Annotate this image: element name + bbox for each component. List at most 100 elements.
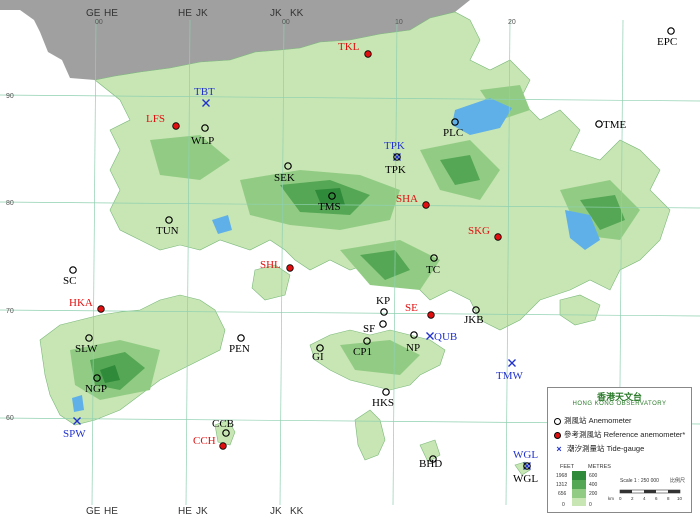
station-label: PLC <box>443 127 463 139</box>
scale-text-zh: 比例尺 <box>670 477 685 484</box>
metres-header: METRES <box>588 464 611 470</box>
station-label: QUB <box>434 331 457 343</box>
station-label: WGL <box>513 473 538 485</box>
station-label: TPK <box>384 140 405 152</box>
reference-marker-icon <box>172 122 180 130</box>
grid-top-label: HE <box>104 8 118 19</box>
station-label: SE <box>405 302 418 314</box>
reference-marker-icon <box>219 442 227 450</box>
station-label: SLW <box>75 343 98 355</box>
grid-left-number: 80 <box>6 200 14 207</box>
reference-marker-icon <box>422 201 430 209</box>
station-label: TME <box>603 119 627 131</box>
station-label: SEK <box>274 172 295 184</box>
grid-bottom-label: HE <box>104 506 118 517</box>
reference-marker-icon <box>286 264 294 272</box>
station-label: CCB <box>212 418 234 430</box>
station-label: TBT <box>194 86 215 98</box>
grid-top-label: KK <box>290 8 304 19</box>
station-label: EPC <box>657 36 677 48</box>
reference-marker-icon <box>364 50 372 58</box>
metre-value: 400 <box>589 482 598 488</box>
feet-value: 656 <box>558 491 567 497</box>
feet-value: 0 <box>562 502 565 508</box>
station-label: WGL <box>513 449 538 461</box>
scale-tick: 6 <box>655 496 658 501</box>
reference-marker-icon <box>97 305 105 313</box>
grid-top-label: JK <box>270 8 282 19</box>
elevation-swatch-high <box>572 480 586 489</box>
scale-tick: 2 <box>631 496 634 501</box>
station-label: TMS <box>318 201 341 213</box>
station-label: TUN <box>156 225 179 237</box>
tide-gauge-symbol-icon: × <box>556 444 562 455</box>
grid-left-number: 70 <box>6 308 14 315</box>
elevation-key: FEET METRES 1968 1312 656 0 600 400 200 … <box>556 464 685 508</box>
grid-bottom-label: HE <box>178 506 192 517</box>
scale-unit: km <box>608 496 614 501</box>
legend: 香港天文台 HONG KONG OBSERVATORY 測風站 Anemomet… <box>547 387 692 513</box>
grid-bottom-label: JK <box>270 506 282 517</box>
station-map: GE HE HE JK JK KK GE HE HE JK JK KK 90 8… <box>0 0 700 520</box>
metre-value: 200 <box>589 491 598 497</box>
scale-tick: 8 <box>667 496 670 501</box>
grid-top-number: 20 <box>508 19 516 26</box>
grid-left-number: 60 <box>6 415 14 422</box>
station-label: CCH <box>193 435 216 447</box>
station-label: TPK <box>385 164 406 176</box>
grid-bottom-label: GE <box>86 506 101 517</box>
grid-top-number: 10 <box>395 19 403 26</box>
legend-tide-label: 潮汐測量站 Tide-gauge <box>567 444 645 453</box>
station-label: JKB <box>464 314 484 326</box>
station-label: SC <box>63 275 76 287</box>
legend-row-anemometer: 測風站 Anemometer <box>554 415 632 426</box>
grid-left-number: 90 <box>6 93 14 100</box>
grid-top-number: 00 <box>282 19 290 26</box>
reference-marker-icon <box>427 311 435 319</box>
grid-top-number: 00 <box>95 19 103 26</box>
scale-tick: 0 <box>619 496 622 501</box>
station-label: SHA <box>396 193 418 205</box>
station-label: NP <box>406 342 420 354</box>
anemometer-symbol-icon <box>554 417 561 425</box>
station-label: CP1 <box>353 346 372 358</box>
reference-symbol-icon <box>554 431 561 439</box>
legend-row-tide: × 潮汐測量站 Tide-gauge <box>554 443 644 454</box>
station-label: BHD <box>419 458 442 470</box>
station-label: PEN <box>229 343 250 355</box>
feet-header: FEET <box>560 464 575 470</box>
station-label: GI <box>312 351 324 363</box>
grid-top-label: JK <box>196 8 208 19</box>
station-label: WLP <box>191 135 214 147</box>
legend-row-reference: 參考測風站 Reference anemometer* <box>554 429 685 440</box>
scale-bar-segment <box>620 490 632 493</box>
scale-text: Scale 1 : 250 000 <box>620 478 659 484</box>
station-bhd-anemometer: BHD <box>419 455 442 470</box>
feet-value: 1312 <box>556 482 567 488</box>
grid-top-label: HE <box>178 8 192 19</box>
station-label: HKA <box>69 297 93 309</box>
elevation-swatch-peak <box>572 471 586 480</box>
scale-tick: 10 <box>677 496 683 501</box>
station-label: SPW <box>63 428 86 440</box>
metre-value: 0 <box>589 502 592 508</box>
station-label: LFS <box>146 113 165 125</box>
grid-bottom-label: JK <box>196 506 208 517</box>
station-label: TC <box>426 264 440 276</box>
feet-value: 1968 <box>556 473 567 479</box>
station-label: KP <box>376 295 390 307</box>
station-label: SHL <box>260 259 281 271</box>
metre-value: 600 <box>589 473 598 479</box>
station-label: NGP <box>85 383 107 395</box>
station-label: SF <box>363 323 375 335</box>
station-label: TKL <box>338 41 360 53</box>
station-label: SKG <box>468 225 490 237</box>
reference-marker-icon <box>494 233 502 241</box>
scale-bar-segment <box>668 490 680 493</box>
elevation-swatch-mid <box>572 489 586 498</box>
station-label: HKS <box>372 397 394 409</box>
legend-anemometer-label: 測風站 Anemometer <box>564 416 632 425</box>
legend-reference-label: 參考測風站 Reference anemometer* <box>564 430 686 439</box>
station-label: TMW <box>496 370 524 382</box>
elevation-swatch-low <box>572 498 586 506</box>
